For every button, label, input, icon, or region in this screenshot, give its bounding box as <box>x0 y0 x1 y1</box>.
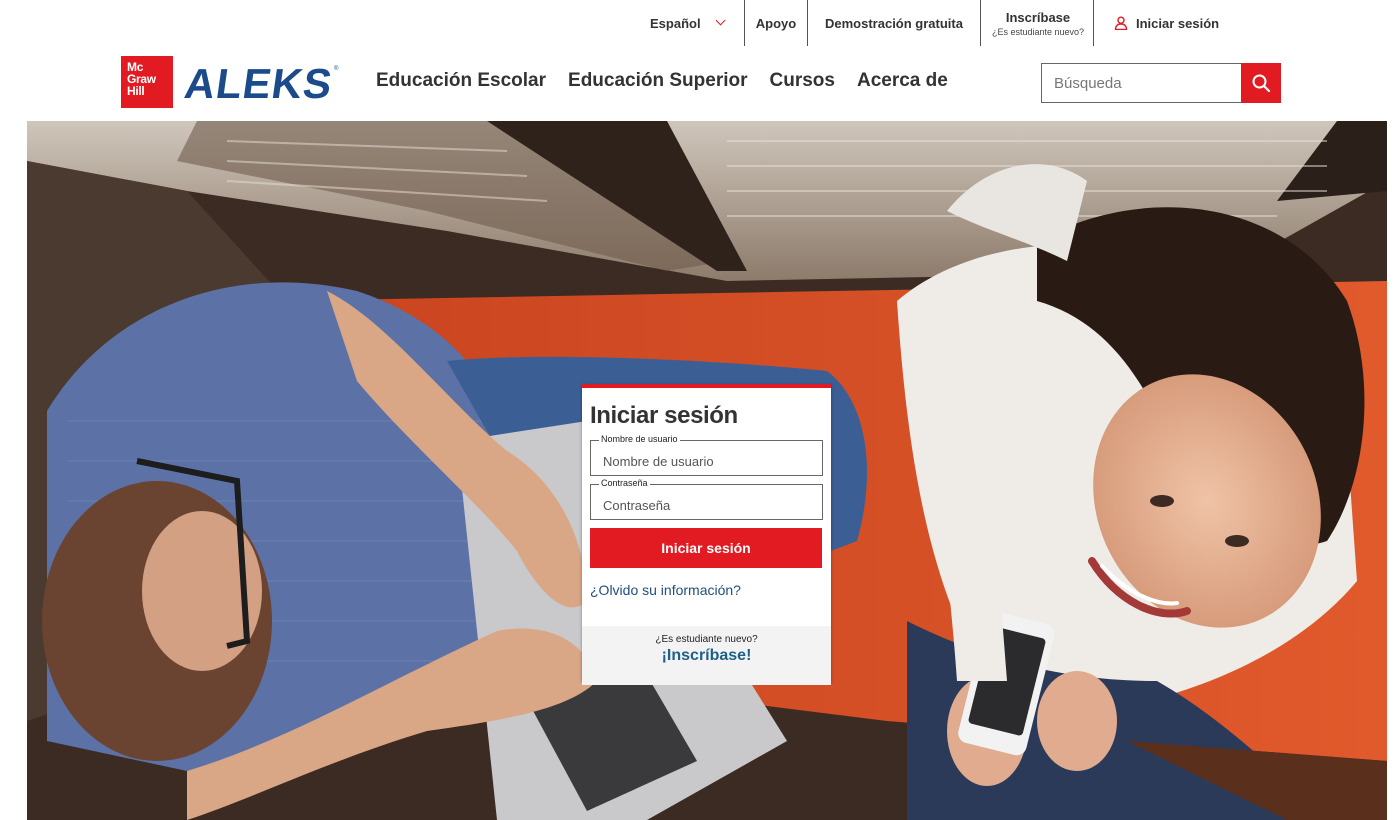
register-sublabel: ¿Es estudiante nuevo? <box>991 26 1085 37</box>
login-label: Iniciar sesión <box>1136 15 1220 31</box>
chevron-down-icon <box>715 15 726 26</box>
login-submit-button[interactable]: Iniciar sesión <box>590 528 822 568</box>
login-title: Iniciar sesión <box>590 402 738 429</box>
password-label: Contraseña <box>599 478 650 489</box>
support-link[interactable]: Apoyo <box>756 0 796 46</box>
support-label: Apoyo <box>755 15 797 31</box>
search-button[interactable] <box>1241 63 1281 103</box>
new-student-text: ¿Es estudiante nuevo? <box>655 634 758 645</box>
search-icon <box>1252 74 1271 93</box>
free-demo-label: Demostración gratuita <box>825 15 963 31</box>
divider <box>807 0 808 46</box>
registered-mark: ® <box>334 66 339 72</box>
language-label: Español <box>650 15 701 31</box>
register-label: Inscríbase <box>1005 9 1071 25</box>
nav-item-higher-ed[interactable]: Educación Superior <box>568 70 747 92</box>
nav-item-k12[interactable]: Educación Escolar <box>376 70 546 92</box>
nav-item-courses[interactable]: Cursos <box>770 70 835 92</box>
signup-link[interactable]: ¡Inscríbase! <box>582 647 831 665</box>
aleks-logo[interactable]: ALEKS <box>182 60 336 108</box>
signup-section: ¿Es estudiante nuevo? ¡Inscríbase! <box>582 626 831 685</box>
language-selector[interactable]: Español <box>650 0 726 46</box>
register-link[interactable]: Inscríbase ¿Es estudiante nuevo? <box>986 0 1090 46</box>
user-icon <box>1114 16 1128 30</box>
utility-bar: Español Apoyo Demostración gratuita Insc… <box>0 0 1396 46</box>
password-input[interactable] <box>591 485 822 519</box>
free-demo-link[interactable]: Demostración gratuita <box>825 0 963 46</box>
logo-line: Hill <box>127 84 145 98</box>
username-input[interactable] <box>591 441 822 475</box>
password-field-wrapper: Contraseña <box>590 478 823 520</box>
mcgraw-hill-logo[interactable]: Mc Graw Hill <box>121 56 173 108</box>
divider <box>980 0 981 46</box>
login-form: Iniciar sesión Nombre de usuario Contras… <box>582 388 831 626</box>
main-nav: Educación Escolar Educación Superior Cur… <box>376 70 948 92</box>
login-card: Iniciar sesión Nombre de usuario Contras… <box>582 384 831 685</box>
login-link[interactable]: Iniciar sesión <box>1114 0 1219 46</box>
username-label: Nombre de usuario <box>599 434 680 445</box>
forgot-info-link[interactable]: ¿Olvido su información? <box>590 582 823 598</box>
divider <box>744 0 745 46</box>
nav-item-about[interactable]: Acerca de <box>857 70 948 92</box>
search-input[interactable] <box>1041 63 1241 103</box>
username-field-wrapper: Nombre de usuario <box>590 434 823 476</box>
divider <box>1093 0 1094 46</box>
main-header: Mc Graw Hill ALEKS ® Educación Escolar E… <box>0 46 1396 120</box>
